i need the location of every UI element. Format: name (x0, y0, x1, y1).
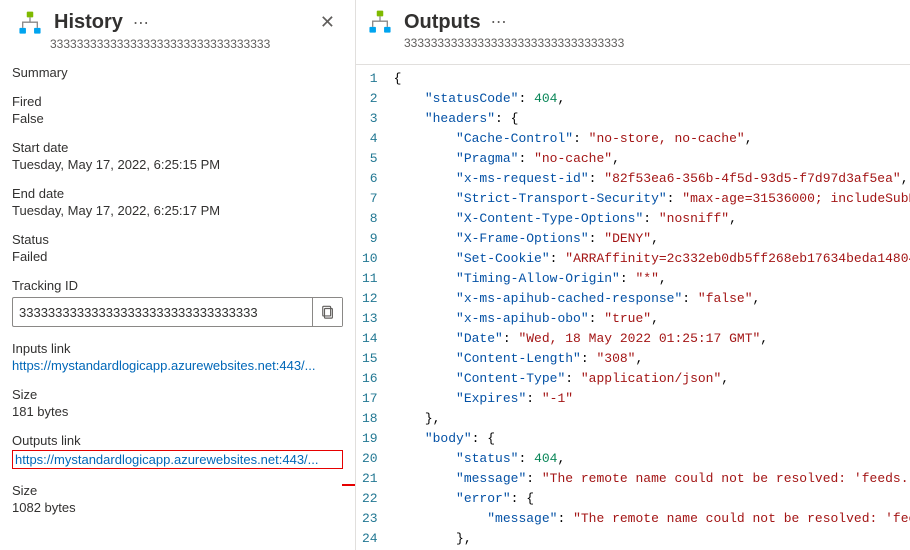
workflow-icon (366, 8, 394, 36)
line-gutter: 1 2 3 4 5 6 7 8 9 10 11 12 13 14 15 16 1… (356, 65, 388, 550)
trackingid-field (12, 297, 343, 327)
workflow-icon (16, 9, 44, 37)
trackingid-label: Tracking ID (12, 278, 343, 293)
fired-label: Fired (12, 94, 343, 109)
trackingid-input[interactable] (13, 300, 312, 325)
fired-value: False (12, 111, 343, 126)
outputs-size-value: 1082 bytes (12, 500, 343, 515)
inputslink-label: Inputs link (12, 341, 343, 356)
outputs-title: Outputs (404, 11, 481, 34)
history-title: History (54, 11, 123, 34)
outputslink-label: Outputs link (12, 433, 343, 448)
startdate-label: Start date (12, 140, 343, 155)
code-content: { "statusCode": 404, "headers": { "Cache… (388, 65, 910, 550)
status-label: Status (12, 232, 343, 247)
inputs-link[interactable]: https://mystandardlogicapp.azurewebsites… (12, 358, 343, 373)
copy-button[interactable] (312, 298, 342, 326)
close-button[interactable]: ✕ (316, 8, 339, 37)
enddate-label: End date (12, 186, 343, 201)
history-more-button[interactable]: ⋯ (133, 13, 150, 33)
outputs-size-label: Size (12, 483, 343, 498)
status-value: Failed (12, 249, 343, 264)
outputs-link[interactable]: https://mystandardlogicapp.azurewebsites… (15, 452, 319, 467)
enddate-value: Tuesday, May 17, 2022, 6:25:17 PM (12, 203, 343, 218)
code-editor[interactable]: 1 2 3 4 5 6 7 8 9 10 11 12 13 14 15 16 1… (356, 64, 910, 550)
outputs-subtitle: 333333333333333333333333333333333 (404, 36, 910, 50)
callout-arrow (340, 475, 356, 495)
inputs-size-label: Size (12, 387, 343, 402)
outputs-link-highlight: https://mystandardlogicapp.azurewebsites… (12, 450, 343, 469)
history-subtitle: 333333333333333333333333333333333 (50, 37, 343, 51)
startdate-value: Tuesday, May 17, 2022, 6:25:15 PM (12, 157, 343, 172)
summary-heading: Summary (12, 65, 343, 80)
outputs-more-button[interactable]: ⋯ (491, 12, 508, 32)
outputs-panel: Outputs ⋯ 333333333333333333333333333333… (356, 0, 910, 550)
history-panel: History ⋯ ✕ 3333333333333333333333333333… (0, 0, 356, 550)
inputs-size-value: 181 bytes (12, 404, 343, 419)
